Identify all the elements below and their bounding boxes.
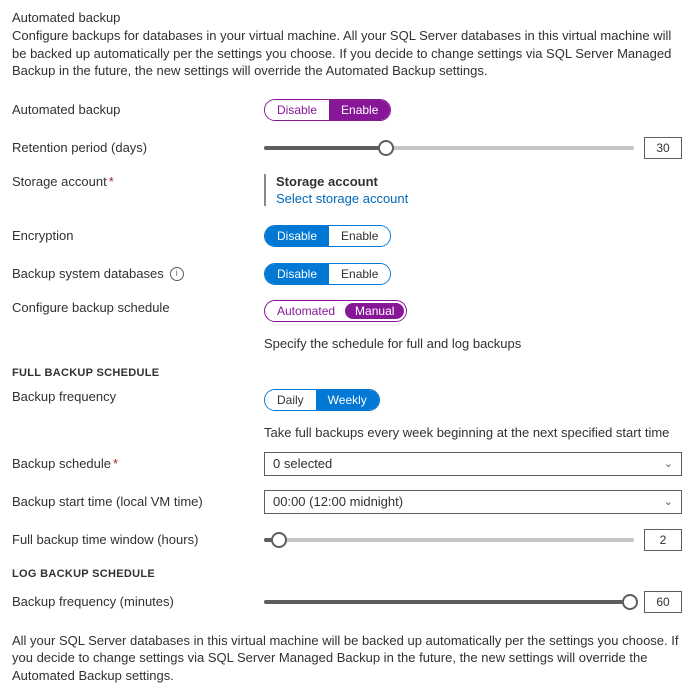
backup-system-db-enable[interactable]: Enable	[329, 264, 390, 284]
retention-value[interactable]: 30	[644, 137, 682, 159]
full-backup-window-label: Full backup time window (hours)	[12, 532, 264, 547]
backup-frequency-toggle[interactable]: Daily Weekly	[264, 389, 380, 411]
required-indicator: *	[113, 456, 118, 471]
page-description: Configure backups for databases in your …	[12, 27, 682, 80]
schedule-toggle[interactable]: Automated Manual	[264, 300, 407, 322]
automated-backup-disable[interactable]: Disable	[265, 100, 329, 120]
backup-system-db-disable[interactable]: Disable	[265, 264, 329, 284]
info-icon[interactable]: i	[170, 267, 184, 281]
storage-account-label: Storage account*	[12, 174, 264, 189]
backup-start-time-label: Backup start time (local VM time)	[12, 494, 264, 509]
backup-start-time-dropdown[interactable]: 00:00 (12:00 midnight) ⌄	[264, 490, 682, 514]
backup-system-db-toggle[interactable]: Disable Enable	[264, 263, 391, 285]
full-backup-window-value[interactable]: 2	[644, 529, 682, 551]
log-backup-frequency-slider[interactable]	[264, 592, 634, 612]
encryption-disable[interactable]: Disable	[265, 226, 329, 246]
backup-frequency-weekly[interactable]: Weekly	[316, 390, 379, 410]
retention-label: Retention period (days)	[12, 140, 264, 155]
backup-frequency-daily[interactable]: Daily	[265, 390, 316, 410]
backup-system-db-label: Backup system databases i	[12, 266, 264, 281]
full-backup-schedule-heading: FULL BACKUP SCHEDULE	[12, 367, 682, 379]
full-backup-window-slider[interactable]	[264, 530, 634, 550]
backup-schedule-label: Backup schedule*	[12, 456, 264, 471]
automated-backup-toggle[interactable]: Disable Enable	[264, 99, 391, 121]
backup-schedule-value: 0 selected	[273, 456, 332, 471]
backup-frequency-hint: Take full backups every week beginning a…	[264, 425, 669, 440]
automated-backup-enable[interactable]: Enable	[329, 100, 390, 120]
automated-backup-label: Automated backup	[12, 102, 264, 117]
log-backup-frequency-label: Backup frequency (minutes)	[12, 594, 264, 609]
encryption-label: Encryption	[12, 228, 264, 243]
required-indicator: *	[109, 174, 114, 189]
schedule-hint: Specify the schedule for full and log ba…	[264, 336, 521, 351]
retention-slider[interactable]	[264, 138, 634, 158]
select-storage-account-link[interactable]: Select storage account	[276, 191, 408, 206]
storage-account-title: Storage account	[276, 174, 408, 189]
backup-schedule-dropdown[interactable]: 0 selected ⌄	[264, 452, 682, 476]
footer-description: All your SQL Server databases in this vi…	[12, 632, 682, 685]
chevron-down-icon: ⌄	[664, 495, 673, 508]
encryption-enable[interactable]: Enable	[329, 226, 390, 246]
backup-frequency-label: Backup frequency	[12, 389, 264, 404]
configure-schedule-label: Configure backup schedule	[12, 300, 264, 315]
log-backup-schedule-heading: LOG BACKUP SCHEDULE	[12, 568, 682, 580]
log-backup-frequency-value[interactable]: 60	[644, 591, 682, 613]
encryption-toggle[interactable]: Disable Enable	[264, 225, 391, 247]
schedule-manual[interactable]: Manual	[345, 303, 404, 319]
chevron-down-icon: ⌄	[664, 457, 673, 470]
backup-start-time-value: 00:00 (12:00 midnight)	[273, 494, 403, 509]
schedule-automated[interactable]: Automated	[267, 303, 345, 319]
page-title: Automated backup	[12, 10, 682, 25]
